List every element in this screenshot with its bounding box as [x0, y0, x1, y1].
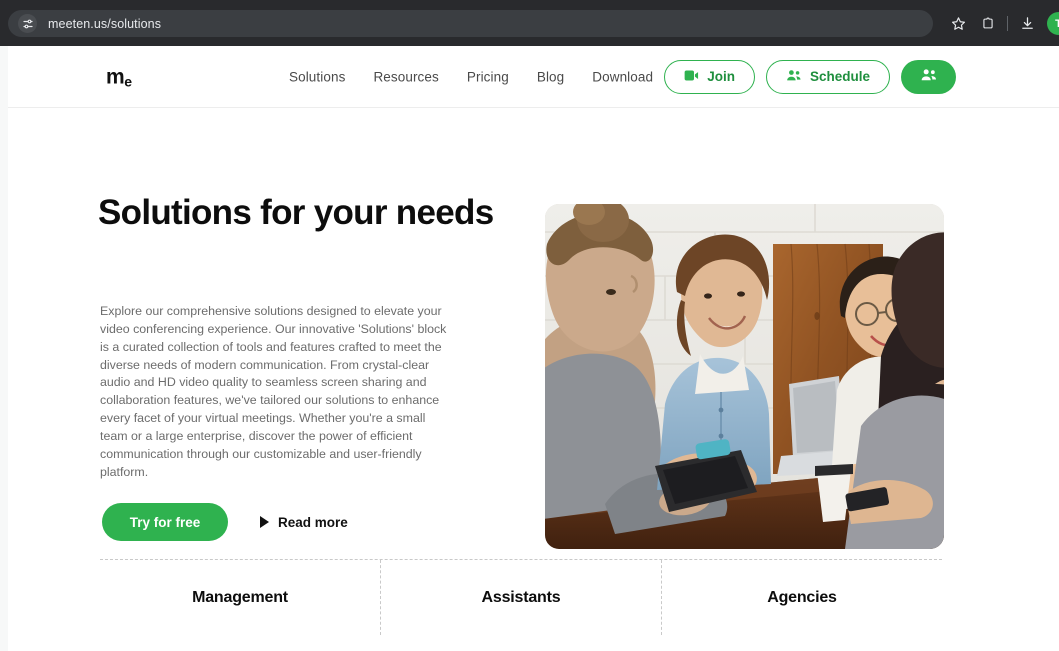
nav-item-download[interactable]: Download [592, 69, 653, 84]
try-for-free-button[interactable]: Try for free [102, 503, 228, 541]
schedule-button-label: Schedule [809, 69, 870, 84]
read-more-label: Read more [278, 514, 348, 530]
nav-item-blog[interactable]: Blog [537, 69, 564, 84]
bookmark-star-icon[interactable] [943, 10, 973, 37]
people-group-icon [786, 69, 802, 85]
account-button[interactable] [901, 59, 956, 94]
tab-assistants[interactable]: Assistants [380, 560, 661, 635]
toolbar-divider [1007, 16, 1008, 31]
header-actions: Join Schedule [664, 59, 956, 94]
read-more-button[interactable]: Read more [260, 515, 348, 530]
web-page: me Solutions Resources Pricing Blog Down… [8, 46, 1059, 651]
play-triangle-icon [260, 516, 269, 528]
nav-item-pricing[interactable]: Pricing [467, 69, 509, 84]
solutions-tabs: Management Assistants Agencies [100, 559, 942, 635]
join-button[interactable]: Join [664, 59, 755, 94]
profile-avatar[interactable]: T [1047, 12, 1059, 35]
schedule-button[interactable]: Schedule [765, 59, 890, 94]
tab-agencies[interactable]: Agencies [661, 560, 942, 635]
hero-image [545, 204, 944, 549]
logo-letter-e: e [124, 73, 132, 89]
site-header: me Solutions Resources Pricing Blog Down… [8, 46, 1059, 108]
main-nav: Solutions Resources Pricing Blog Downloa… [289, 69, 653, 84]
browser-chrome: meeten.us/solutions T [0, 0, 1059, 46]
video-camera-icon [684, 69, 699, 85]
join-button-label: Join [707, 69, 735, 84]
nav-item-resources[interactable]: Resources [373, 69, 438, 84]
hero-photo-illustration [545, 204, 944, 549]
hero-cta-group: Try for free Read more [102, 503, 348, 541]
logo-letter-m: m [106, 65, 125, 88]
hero-paragraph: Explore our comprehensive solutions desi… [100, 304, 447, 479]
omnibox-url-text: meeten.us/solutions [48, 16, 162, 31]
site-logo[interactable]: me [106, 65, 132, 89]
tune-sliders-icon[interactable] [18, 14, 37, 33]
extensions-icon[interactable] [973, 10, 1003, 37]
people-group-icon [920, 68, 938, 85]
page-title: Solutions for your needs [98, 193, 494, 232]
downloads-icon[interactable] [1012, 10, 1042, 37]
nav-item-solutions[interactable]: Solutions [289, 69, 345, 84]
tab-management[interactable]: Management [100, 560, 380, 635]
browser-toolbar-actions: T [943, 10, 1059, 37]
omnibox[interactable]: meeten.us/solutions [8, 10, 933, 37]
